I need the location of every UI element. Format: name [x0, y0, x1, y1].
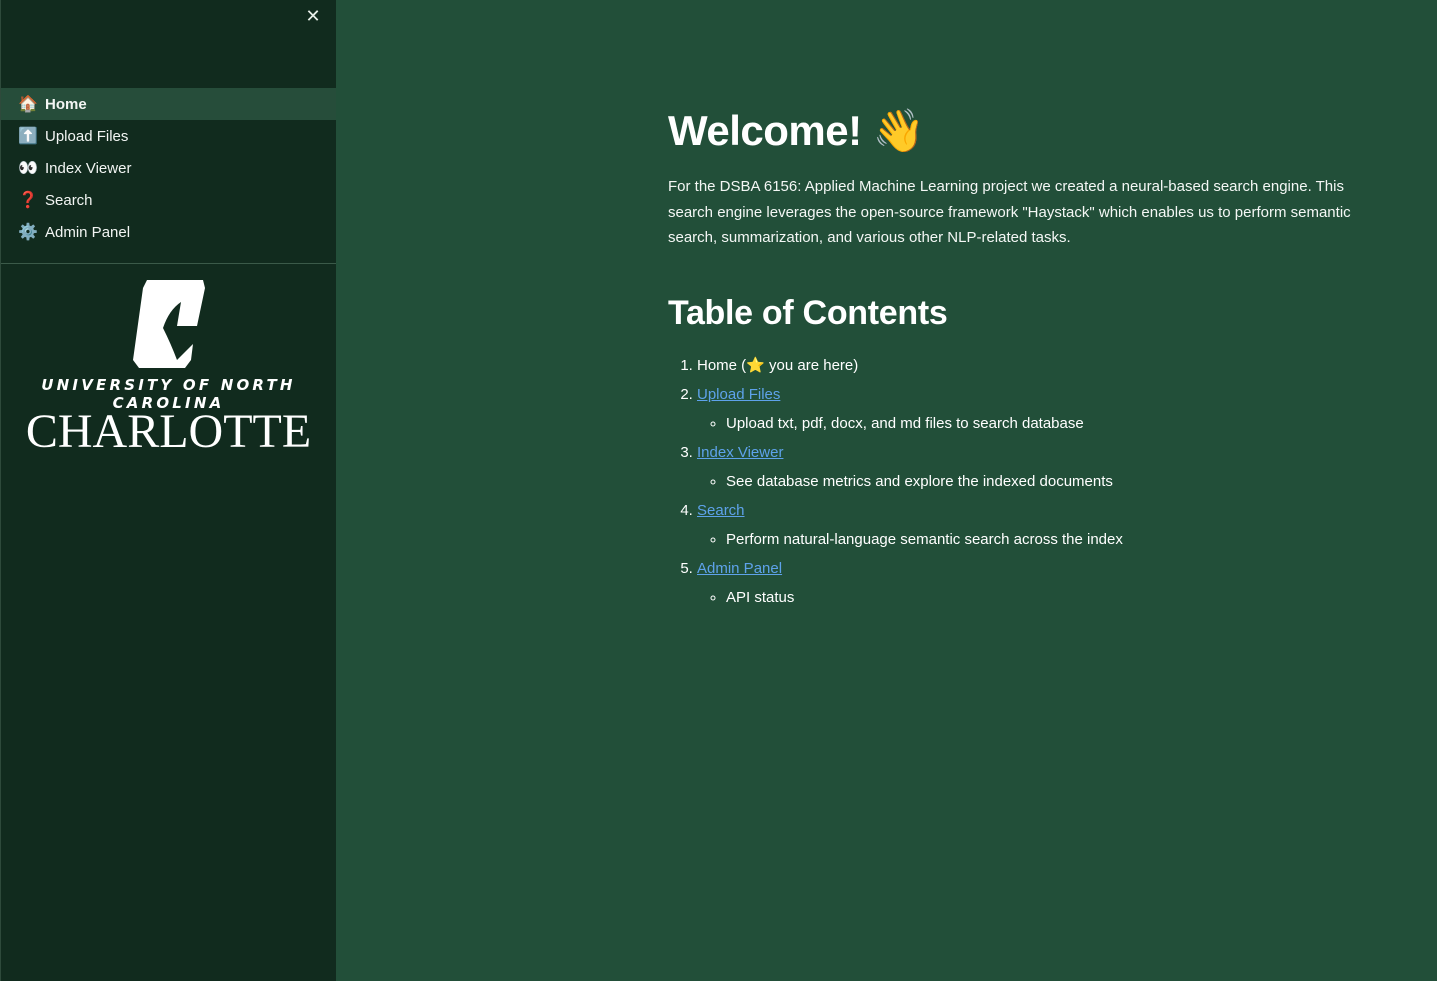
sidebar-item-upload-files[interactable]: ⬆️ Upload Files	[1, 120, 336, 152]
toc-item-admin-panel: Admin Panel API status	[697, 554, 1368, 612]
university-logo: UNIVERSITY OF NORTH CAROLINA CHARLOTTE	[1, 280, 336, 458]
main-content: Welcome! 👋 For the DSBA 6156: Applied Ma…	[668, 100, 1368, 612]
star-icon: ⭐	[746, 356, 765, 374]
up-arrow-icon: ⬆️	[18, 128, 38, 145]
table-of-contents: Home (⭐ you are here) Upload Files Uploa…	[668, 351, 1368, 612]
sidebar-item-label: Search	[45, 191, 93, 209]
toc-link-upload-files[interactable]: Upload Files	[697, 386, 780, 403]
sidebar-divider	[1, 263, 336, 264]
toc-item-index-viewer: Index Viewer See database metrics and ex…	[697, 438, 1368, 496]
toc-item-home: Home (⭐ you are here)	[697, 351, 1368, 380]
sidebar-item-label: Home	[45, 95, 87, 113]
sidebar-nav: 🏠 Home ⬆️ Upload Files 👀 Index Viewer ❓ …	[1, 88, 336, 248]
waving-hand-icon: 👋	[872, 107, 925, 154]
toc-link-search[interactable]: Search	[697, 502, 745, 519]
toc-item-description: See database metrics and explore the ind…	[726, 467, 1368, 496]
toc-link-admin-panel[interactable]: Admin Panel	[697, 560, 782, 577]
charlotte-c-logo-icon	[132, 280, 205, 368]
toc-item-description: API status	[726, 583, 1368, 612]
toc-item-description: Perform natural-language semantic search…	[726, 525, 1368, 554]
close-sidebar-button[interactable]: ✕	[303, 6, 323, 26]
toc-item-search: Search Perform natural-language semantic…	[697, 496, 1368, 554]
toc-item-description: Upload txt, pdf, docx, and md files to s…	[726, 409, 1368, 438]
toc-link-index-viewer[interactable]: Index Viewer	[697, 444, 783, 461]
sidebar-item-label: Admin Panel	[45, 223, 131, 241]
sidebar: ✕ 🏠 Home ⬆️ Upload Files 👀 Index Viewer …	[0, 0, 336, 981]
question-mark-icon: ❓	[18, 192, 38, 209]
eyes-icon: 👀	[18, 160, 38, 177]
page-title: Welcome! 👋	[668, 107, 925, 154]
close-icon: ✕	[305, 5, 321, 26]
sidebar-item-admin-panel[interactable]: ⚙️ Admin Panel	[1, 216, 336, 248]
gear-icon: ⚙️	[18, 224, 38, 241]
sidebar-item-label: Upload Files	[45, 127, 129, 145]
house-icon: 🏠	[18, 96, 38, 113]
intro-paragraph: For the DSBA 6156: Applied Machine Learn…	[668, 178, 1351, 246]
sidebar-item-index-viewer[interactable]: 👀 Index Viewer	[1, 152, 336, 184]
sidebar-item-home[interactable]: 🏠 Home	[1, 88, 336, 120]
toc-item-upload-files: Upload Files Upload txt, pdf, docx, and …	[697, 380, 1368, 438]
sidebar-item-label: Index Viewer	[45, 159, 132, 177]
sidebar-item-search[interactable]: ❓ Search	[1, 184, 336, 216]
logo-charlotte-text: CHARLOTTE	[25, 405, 312, 458]
toc-heading: Table of Contents	[668, 293, 948, 332]
